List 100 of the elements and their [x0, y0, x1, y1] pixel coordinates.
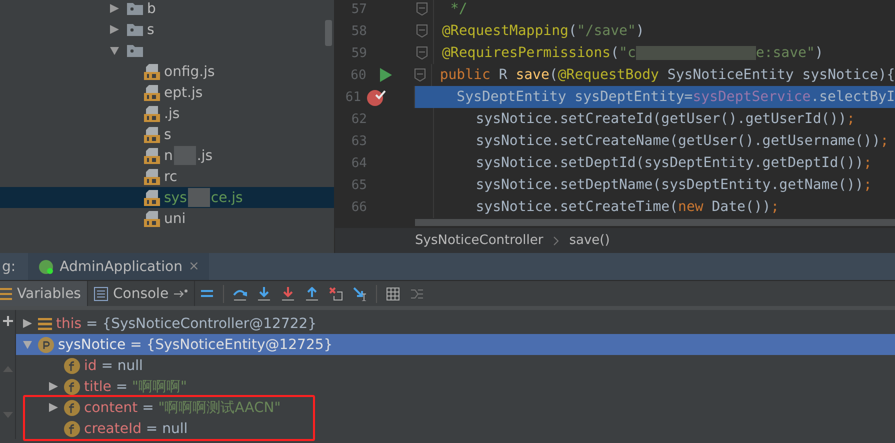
variable-value: null	[162, 420, 188, 436]
expand-arrow-icon[interactable]	[110, 25, 119, 34]
blurred-region	[188, 188, 210, 207]
line-number: 66	[350, 200, 367, 214]
variable-value: null	[117, 358, 143, 374]
file-name: .js	[196, 148, 213, 164]
add-icon	[2, 316, 12, 326]
tree-item[interactable]: .js	[0, 103, 334, 124]
chevron-icon	[553, 236, 560, 246]
scroll-up-icon	[2, 366, 12, 372]
code-line: @RequestMapping("/save")	[433, 20, 895, 42]
expand-arrow-icon[interactable]	[48, 382, 58, 391]
line-number: 63	[350, 134, 367, 148]
code-line: @RequiresPermissions("c e:save")	[433, 42, 895, 64]
js-file-icon	[144, 168, 160, 184]
equals-sign: =	[146, 420, 158, 436]
blurred-region	[174, 146, 196, 165]
pin-icon	[174, 288, 188, 298]
variable-row[interactable]: id = null	[16, 355, 895, 376]
line-number: 65	[350, 178, 367, 192]
session-tab[interactable]: AdminApplication ×	[28, 253, 210, 280]
file-name: s	[147, 22, 154, 38]
js-file-icon	[144, 64, 160, 80]
code-line: */	[433, 0, 895, 20]
variable-value: {SysNoticeEntity@12725}	[146, 336, 333, 352]
breadcrumb-item[interactable]: SysNoticeController	[415, 233, 544, 248]
code-line: sysNotice.setCreateId(getUser().getUserId());	[433, 108, 895, 130]
console-icon	[94, 286, 108, 300]
equals-sign: =	[86, 316, 98, 332]
scrollbar-thumb[interactable]	[325, 20, 332, 46]
tree-item[interactable]: uni	[0, 208, 334, 229]
line-number: 60	[350, 68, 366, 82]
equals-sign: =	[116, 378, 128, 394]
tree-item[interactable]: n .js	[0, 145, 334, 166]
panel-tab[interactable]: Variables	[0, 281, 88, 306]
equals-sign: =	[101, 358, 113, 374]
drop-frame-icon[interactable]	[328, 286, 343, 300]
folder-icon	[127, 23, 143, 36]
tree-item[interactable]: ept.js	[0, 82, 334, 103]
file-name: onfig.js	[164, 64, 215, 80]
variable-row[interactable]: title = "啊啊啊"	[16, 376, 895, 397]
run-to-cursor-icon[interactable]	[352, 286, 367, 300]
stack-icon	[38, 318, 52, 330]
step-out-icon[interactable]	[304, 286, 319, 300]
expand-arrow-icon[interactable]	[22, 319, 32, 328]
tree-item[interactable]: sys ce.js	[0, 187, 334, 208]
js-file-icon	[144, 106, 160, 122]
file-name: ept.js	[164, 84, 203, 100]
expand-arrow-icon[interactable]	[48, 403, 58, 412]
variable-row[interactable]: content = "啊啊啊测试AACN"	[16, 397, 895, 418]
folder-icon	[127, 44, 143, 57]
field-icon	[64, 358, 80, 374]
variable-name: title	[84, 378, 112, 394]
step-into-icon[interactable]	[256, 286, 271, 300]
variable-row[interactable]: sysNotice = {SysNoticeEntity@12725}	[16, 334, 895, 355]
line-number: 58	[350, 24, 367, 38]
tree-item[interactable]: b	[0, 0, 334, 19]
close-icon[interactable]: ×	[188, 259, 200, 274]
list-icon	[0, 288, 12, 300]
variable-row[interactable]: createId = null	[16, 418, 895, 439]
code-line: sysNotice.setCreateTime(new Date());	[433, 196, 895, 218]
file-name: .js	[164, 106, 180, 122]
trace-icon[interactable]	[410, 286, 424, 300]
file-name: s	[164, 126, 172, 142]
field-icon	[64, 420, 80, 436]
horizontal-scrollbar[interactable]	[415, 219, 895, 226]
breadcrumb-item[interactable]: save()	[569, 233, 610, 248]
js-file-icon	[144, 148, 160, 164]
field-icon	[64, 400, 80, 416]
variable-value: "啊啊啊"	[132, 378, 187, 396]
field-icon	[64, 378, 80, 394]
collapse-arrow-icon[interactable]	[110, 46, 119, 55]
variable-name: sysNotice	[58, 336, 126, 352]
equals-sign: =	[130, 336, 142, 352]
file-name: rc	[164, 168, 178, 184]
panel-label: g:	[2, 258, 16, 274]
variable-value: "啊啊啊测试AACN"	[158, 398, 281, 416]
file-name: n	[164, 148, 173, 164]
file-name: ce.js	[210, 190, 243, 206]
variable-name: content	[84, 400, 138, 416]
js-file-icon	[144, 84, 160, 100]
tree-item[interactable]: rc	[0, 166, 334, 187]
variable-name: createId	[84, 420, 142, 436]
equals-sign: =	[142, 400, 154, 416]
variable-row[interactable]: this = {SysNoticeController@12722}	[16, 313, 895, 334]
js-file-icon	[144, 126, 160, 142]
variable-name: this	[56, 316, 82, 332]
file-name: b	[147, 0, 156, 16]
expand-arrow-icon[interactable]	[110, 4, 119, 13]
code-line: sysNotice.setDeptId(sysDeptEntity.getDeptId());	[433, 152, 895, 174]
tree-item[interactable]: s	[0, 124, 334, 145]
line-number: 57	[350, 2, 367, 16]
variable-name: id	[84, 358, 97, 374]
panel-tab[interactable]: Console	[88, 281, 195, 306]
force-step-into-icon[interactable]	[280, 286, 295, 300]
line-number: 59	[350, 46, 367, 60]
tree-item[interactable]: onfig.js	[0, 61, 334, 82]
tree-item[interactable]: s	[0, 19, 334, 40]
code-line: sysNotice.setCreateName(getUser().getUsername());	[433, 130, 895, 152]
line-number: 61	[344, 90, 362, 104]
